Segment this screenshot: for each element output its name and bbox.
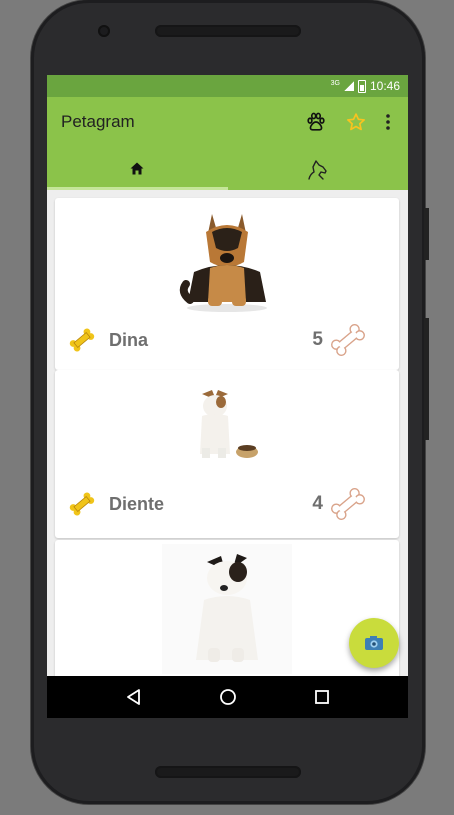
pet-card[interactable]: Diente 4 [55,370,399,538]
pet-rating: 5 [312,329,323,350]
pet-photo [55,202,399,314]
bottom-speaker [155,766,301,778]
jack-russell-sitting-image [162,544,292,674]
pet-rating: 4 [312,493,323,514]
recents-icon[interactable] [314,689,330,705]
status-time: 10:46 [369,79,400,93]
tab-bar [47,147,408,190]
home-icon [130,162,144,175]
pet-card[interactable]: Dina 5 [55,198,399,370]
volume-button [424,208,429,260]
top-speaker [155,25,301,37]
home-circle-icon[interactable] [219,688,237,706]
dog-head-icon [308,159,327,180]
paw-icon [307,112,325,131]
power-button [424,318,429,440]
pet-photo [55,544,399,674]
back-icon[interactable] [125,688,143,706]
jack-russell-image [192,386,262,466]
overflow-menu-button[interactable] [376,102,400,142]
more-vert-icon [386,114,390,130]
network-type: 3G [330,79,340,87]
app-title: Petagram [61,112,135,131]
front-camera [98,25,110,37]
pet-info-row: Dina 5 [55,322,399,358]
camera-fab[interactable] [349,618,399,668]
german-shepherd-image [172,202,282,314]
favorites-button[interactable] [336,102,376,142]
status-bar: 3G 10:46 [47,75,408,97]
battery-icon [357,79,366,93]
rate-bone-icon[interactable] [329,485,367,523]
bone-icon [69,328,95,352]
rate-bone-icon[interactable] [329,321,367,359]
system-nav-bar [47,676,408,718]
camera-icon [365,636,383,650]
tab-profile[interactable] [228,147,409,190]
pet-info-row: Diente 4 [55,486,399,522]
star-icon [347,113,365,131]
signal-icon [343,81,354,91]
tab-home[interactable] [47,147,228,190]
pet-name: Dina [109,329,149,350]
screen: 3G 10:46 Petagram Dina 5 Diente 4 [47,75,408,718]
bone-icon [69,492,95,516]
app-toolbar: Petagram [47,97,408,147]
paw-button[interactable] [296,102,336,142]
pet-photo [55,386,399,466]
pet-name: Diente [109,493,165,514]
